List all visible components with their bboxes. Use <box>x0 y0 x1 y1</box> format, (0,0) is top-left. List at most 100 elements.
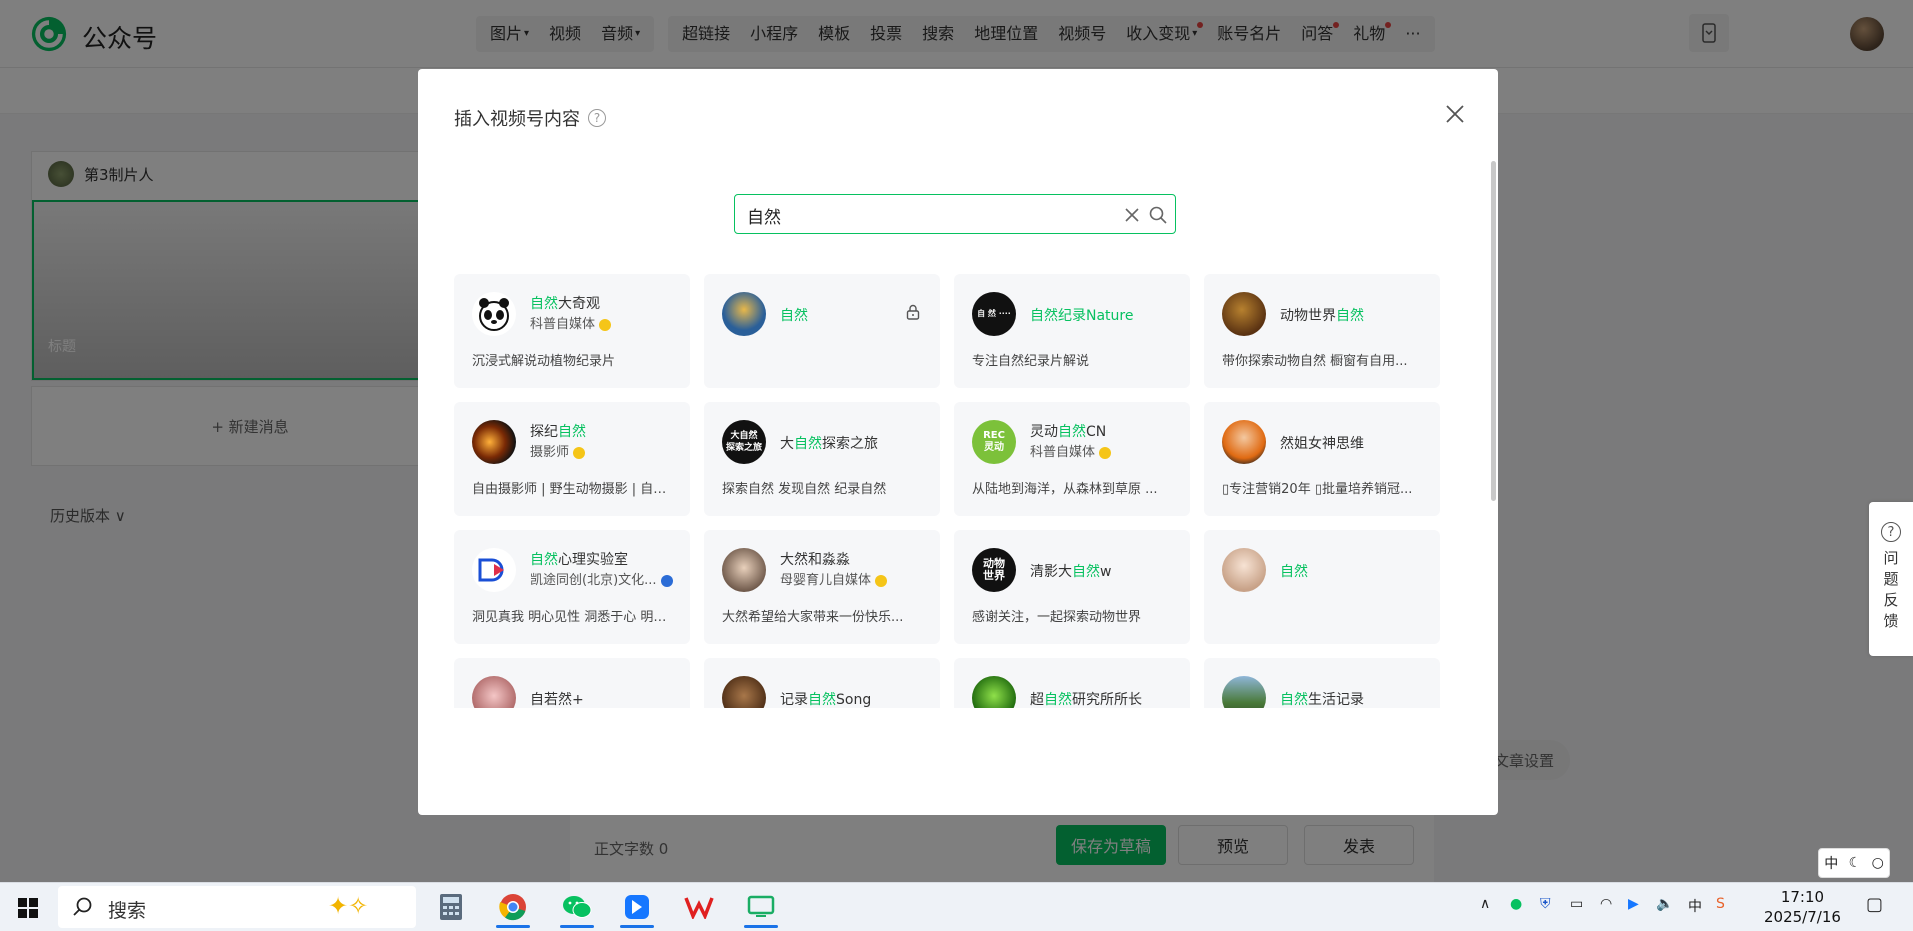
shield-icon[interactable]: ⛨ <box>1540 896 1551 912</box>
ime-floating-bar[interactable]: 中 ☾ ○ <box>1818 848 1890 878</box>
channel-name: 然姐女神思维 <box>1280 434 1426 454</box>
channel-name: 自然大奇观 <box>530 294 676 314</box>
search-bar <box>734 194 1176 234</box>
channel-info: 灵动自然CN 科普自媒体 <box>1030 422 1176 463</box>
result-card[interactable]: 动物世界自然带你探索动物自然 橱窗有自用... <box>1204 274 1440 388</box>
verified-badge-icon <box>1099 447 1112 459</box>
wechat-tray-icon[interactable]: ● <box>1510 896 1522 912</box>
result-card[interactable]: 自然 <box>704 274 940 388</box>
clock-date: 2025/7/16 <box>1764 908 1841 926</box>
notification-icon[interactable]: ▢ <box>1866 894 1883 915</box>
feishu-icon[interactable] <box>616 886 658 928</box>
result-card[interactable]: 大然和淼淼 母婴育儿自媒体 大然希望给大家带来一份快乐... <box>704 530 940 644</box>
wechat-icon[interactable] <box>556 886 598 928</box>
channel-info: 超自然研究所所长 <box>1030 690 1176 708</box>
result-card[interactable]: 自然大奇观 科普自媒体 沉浸式解说动植物纪录片 <box>454 274 690 388</box>
channel-avatar <box>472 676 516 708</box>
result-card[interactable]: 超自然研究所所长 <box>954 658 1190 708</box>
channel-name: 记录自然Song <box>780 690 926 708</box>
channel-category-text: 科普自媒体 <box>530 317 596 332</box>
channel-info: 大然和淼淼 母婴育儿自媒体 <box>780 550 926 591</box>
result-card[interactable]: 动物 世界 清影大自然w 感谢关注，一起探索动物世界 <box>954 530 1190 644</box>
channel-avatar <box>1222 676 1266 708</box>
sogou-icon[interactable]: S <box>1716 896 1725 912</box>
help-icon[interactable]: ? <box>588 109 606 127</box>
search-highlight: 自然 <box>558 424 586 440</box>
screen-app-icon[interactable] <box>740 886 782 928</box>
result-card[interactable]: 记录自然Song <box>704 658 940 708</box>
channel-category: 科普自媒体 <box>530 315 676 335</box>
channel-avatar <box>472 420 516 464</box>
channel-name-text: 探纪 <box>530 424 558 440</box>
result-card[interactable]: 大自然 探索之旅 大自然探索之旅 探索自然 发现自然 纪录自然 <box>704 402 940 516</box>
channel-description: 带你探索动物自然 橱窗有自用... <box>1222 354 1408 369</box>
search-highlight: 自然 <box>1336 308 1364 324</box>
clear-icon[interactable] <box>1123 206 1141 224</box>
search-highlight: 自然 <box>1280 692 1308 708</box>
dialog-scrollbar[interactable] <box>1491 161 1496 501</box>
chevron-up-icon[interactable]: ∧ <box>1480 896 1490 912</box>
channel-info: 自然心理实验室 凯途同创(北京)文化... <box>530 550 676 591</box>
calculator-icon[interactable] <box>430 886 472 928</box>
feedback-label: 问题反馈 <box>1883 549 1899 630</box>
channel-description: 探索自然 发现自然 纪录自然 <box>722 482 887 497</box>
channel-category-text: 科普自媒体 <box>1030 445 1096 460</box>
taskbar-search[interactable]: 搜索 ✦✧ <box>58 886 416 928</box>
chrome-icon[interactable] <box>492 886 534 928</box>
clock[interactable]: 17:10 2025/7/16 <box>1764 887 1841 927</box>
search-highlight: 自然 <box>794 436 822 452</box>
channel-category: 摄影师 <box>530 443 676 463</box>
channel-name: 动物世界自然 <box>1280 306 1426 326</box>
channel-name-text: 探索之旅 <box>822 436 878 452</box>
channel-info: 然姐女神思维 <box>1280 434 1426 454</box>
result-card[interactable]: 自然生活记录 <box>1204 658 1440 708</box>
channel-category-text: 凯途同创(北京)文化... <box>530 573 657 588</box>
channel-name-text: 大奇观 <box>558 296 600 312</box>
windows-start-icon[interactable] <box>18 898 38 918</box>
channel-name-text: 灵动 <box>1030 424 1058 440</box>
channel-info: 自然纪录Nature <box>1030 306 1176 326</box>
search-icon[interactable] <box>1148 205 1168 225</box>
channel-name-text: 大然和淼淼 <box>780 552 850 568</box>
channel-name: 灵动自然CN <box>1030 422 1176 442</box>
volume-icon[interactable]: 🔈 <box>1656 896 1673 912</box>
verified-badge-icon <box>599 319 612 331</box>
result-card[interactable]: REC 灵动 灵动自然CN 科普自媒体 从陆地到海洋，从森林到草原 ... <box>954 402 1190 516</box>
sparkle-icon: ✦✧ <box>328 892 369 920</box>
channel-name: 大然和淼淼 <box>780 550 926 570</box>
channel-name-text: 动物世界 <box>1280 308 1336 324</box>
channel-avatar <box>472 548 516 592</box>
result-card[interactable]: 自 然 ···· 自然纪录Nature 专注自然纪录片解说 <box>954 274 1190 388</box>
search-highlight: 自然 <box>808 692 836 708</box>
battery-icon[interactable]: ▭ <box>1570 896 1583 912</box>
taskbar: 搜索 ✦✧ ∧ ● ⛨ ▭ ◠ ▶ 🔈 中 S 17:10 2025/7/16 … <box>0 882 1913 931</box>
channel-info: 大自然探索之旅 <box>780 434 926 454</box>
result-card[interactable]: 然姐女神思维 ▯专注营销20年 ▯批量培养销冠... <box>1204 402 1440 516</box>
result-card[interactable]: 自然心理实验室 凯途同创(北京)文化... 洞见真我 明心见性 洞悉于心 明见... <box>454 530 690 644</box>
close-button[interactable] <box>1440 99 1470 129</box>
insert-channels-dialog: 插入视频号内容 ? 自然大奇观科普自媒体沉浸式解说动植物纪录片自然自 然 ···… <box>418 69 1498 815</box>
feedback-tab[interactable]: ? 问题反馈 <box>1869 502 1913 656</box>
result-card[interactable]: 自然 <box>1204 530 1440 644</box>
wps-icon[interactable] <box>678 886 720 928</box>
channel-name: 自若然+ <box>530 690 676 708</box>
channel-info: 记录自然Song <box>780 690 926 708</box>
wifi-icon[interactable]: ◠ <box>1600 896 1612 912</box>
result-card[interactable]: 自若然+ <box>454 658 690 708</box>
feishu-tray-icon[interactable]: ▶ <box>1628 896 1639 912</box>
search-highlight: 自然 <box>1058 424 1086 440</box>
ime-label[interactable]: 中 <box>1688 896 1702 916</box>
search-highlight: 自然 <box>530 296 558 312</box>
dialog-title-text: 插入视频号内容 <box>454 109 580 130</box>
clock-time: 17:10 <box>1780 888 1825 906</box>
channel-name-text: 研究所所长 <box>1072 692 1142 708</box>
result-card[interactable]: 探纪自然 摄影师 自由摄影师 | 野生动物摄影 | 自然... <box>454 402 690 516</box>
channel-name-text: 心理实验室 <box>558 552 628 568</box>
channel-description: 感谢关注，一起探索动物世界 <box>972 610 1142 625</box>
search-input[interactable] <box>747 201 1107 229</box>
channel-avatar <box>1222 548 1266 592</box>
channel-info: 清影大自然w <box>1030 562 1176 582</box>
channel-description: ▯专注营销20年 ▯批量培养销冠... <box>1222 482 1413 497</box>
channel-description: 洞见真我 明心见性 洞悉于心 明见... <box>472 610 676 625</box>
channel-name-text: 生活记录 <box>1308 692 1364 708</box>
